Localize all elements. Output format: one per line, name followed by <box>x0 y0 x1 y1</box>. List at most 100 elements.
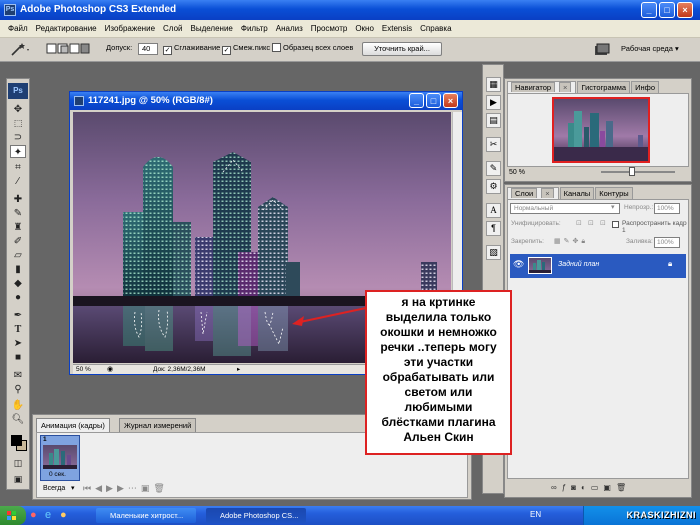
zoom-tool-icon[interactable]: 🔍︎ <box>10 413 26 426</box>
dodge-tool-icon[interactable]: ● <box>10 291 26 304</box>
doc-maximize-button[interactable]: □ <box>426 93 441 108</box>
selection-mode-icons[interactable] <box>46 43 90 56</box>
menu-help[interactable]: Справка <box>416 24 455 33</box>
fill-input[interactable]: 100% <box>654 237 680 248</box>
new-group-icon[interactable]: ▭ <box>591 483 604 492</box>
blend-mode-dropdown-icon[interactable]: ▾ <box>611 203 615 211</box>
navigator-zoom-handle[interactable] <box>629 167 635 176</box>
navigator-panel-icon[interactable]: ▦ <box>486 77 501 92</box>
path-selection-tool-icon[interactable]: ➤ <box>10 337 26 350</box>
magic-wand-tool-preset-icon[interactable] <box>8 42 30 58</box>
menu-window[interactable]: Окно <box>351 24 378 33</box>
doc-close-button[interactable]: × <box>443 93 458 108</box>
menu-select[interactable]: Выделение <box>186 24 236 33</box>
tab-measurement-log[interactable]: Журнал измерений <box>119 418 197 432</box>
tolerance-input[interactable]: 40 <box>138 43 158 55</box>
minimize-button[interactable]: _ <box>641 2 657 18</box>
navigator-zoom-value[interactable]: 50 % <box>509 169 525 176</box>
menu-layer[interactable]: Слой <box>159 24 186 33</box>
new-layer-icon[interactable]: ▣ <box>603 483 616 492</box>
tab-channels[interactable]: Каналы <box>559 187 595 199</box>
gradient-tool-icon[interactable]: ▮ <box>10 263 26 276</box>
healing-brush-tool-icon[interactable]: ✚ <box>10 193 26 206</box>
eraser-tool-icon[interactable]: ▱ <box>10 249 26 262</box>
workspace-icon[interactable] <box>594 43 612 57</box>
type-tool-icon[interactable]: T <box>10 323 26 336</box>
tab-histogram[interactable]: Гистограмма <box>577 81 631 93</box>
tween-icon[interactable]: ⋯ <box>128 483 141 493</box>
menu-view[interactable]: Просмотр <box>307 24 352 33</box>
loop-dropdown-icon[interactable]: ▾ <box>71 484 75 492</box>
ie-quicklaunch-icon[interactable]: e <box>45 509 51 521</box>
paragraph-panel-icon[interactable]: ¶ <box>486 221 501 236</box>
menu-filter[interactable]: Фильтр <box>237 24 272 33</box>
tools-presets-icon[interactable]: ✂ <box>486 137 501 152</box>
frame-thumbnail[interactable]: 1 0 сек. <box>40 435 80 481</box>
brushes-panel-icon[interactable]: ✎ <box>486 161 501 176</box>
workspace-label[interactable]: Рабочая среда <box>621 44 673 53</box>
document-title[interactable]: 117241.jpg @ 50% (RGB/8#) <box>70 92 462 110</box>
blur-tool-icon[interactable]: ◆ <box>10 277 26 290</box>
taskbar-item-photoshop[interactable]: Adobe Photoshop CS... <box>206 508 306 523</box>
workspace-dropdown-icon[interactable]: ▾ <box>675 44 679 53</box>
delete-layer-icon[interactable]: 🗑︎ <box>616 483 631 492</box>
character-panel-icon[interactable]: A <box>486 203 501 218</box>
menu-extensis[interactable]: Extensis <box>378 24 416 33</box>
clone-source-icon[interactable]: ⚙ <box>486 179 501 194</box>
pen-tool-icon[interactable]: ✒ <box>10 309 26 322</box>
link-layers-icon[interactable]: ∞ <box>551 483 562 492</box>
lock-pixels-icon[interactable]: ✎ <box>564 238 573 245</box>
move-tool-icon[interactable]: ✥ <box>10 103 26 116</box>
tab-info[interactable]: Инфо <box>631 81 659 93</box>
add-mask-icon[interactable]: ◙ <box>571 483 581 492</box>
navigator-view-box[interactable] <box>552 97 650 163</box>
brush-tool-icon[interactable]: ✎ <box>10 207 26 220</box>
menu-image[interactable]: Изображение <box>101 24 159 33</box>
foreground-color-swatch[interactable] <box>11 435 22 446</box>
crop-tool-icon[interactable]: ⌗ <box>10 161 26 174</box>
prev-frame-icon[interactable]: ◀ <box>95 483 106 493</box>
first-frame-icon[interactable]: ⏮ <box>83 483 95 493</box>
clone-stamp-tool-icon[interactable]: ♜ <box>10 221 26 234</box>
antialias-checkbox[interactable]: ✓ Сглаживание <box>163 43 220 55</box>
quick-mask-icon[interactable]: ◫ <box>10 457 26 470</box>
taskbar-item-browser[interactable]: Маленькие хитрост... <box>96 508 196 523</box>
opacity-input[interactable]: 100% <box>654 203 680 214</box>
menu-file[interactable]: Файл <box>4 24 32 33</box>
actions-panel-icon[interactable]: ▶ <box>486 95 501 110</box>
next-frame-icon[interactable]: ▶ <box>117 483 128 493</box>
layer-visibility-eye-icon[interactable]: 👁︎ <box>513 259 524 270</box>
layer-style-icon[interactable]: ƒ <box>562 483 571 492</box>
notes-tool-icon[interactable]: ✉ <box>10 369 26 382</box>
eyedropper-tool-icon[interactable]: ⚲ <box>10 383 26 396</box>
refine-edge-button[interactable]: Уточнить край... <box>362 42 442 56</box>
loop-select[interactable]: Всегда <box>43 485 65 492</box>
history-panel-icon[interactable]: ▤ <box>486 113 501 128</box>
tab-navigator[interactable]: Навигатор × <box>507 81 577 93</box>
marquee-tool-icon[interactable]: ⬚ <box>10 117 26 130</box>
opera-quicklaunch-icon[interactable]: ● <box>30 509 37 521</box>
play-icon[interactable]: ▶ <box>106 483 117 493</box>
firefox-quicklaunch-icon[interactable]: ● <box>60 509 67 521</box>
contiguous-checkbox[interactable]: ✓ Смеж.пикс <box>222 43 270 55</box>
tab-animation-frames[interactable]: Анимация (кадры) <box>36 418 110 432</box>
hand-tool-icon[interactable]: ✋ <box>10 399 26 412</box>
doc-zoom-readout[interactable]: 50 % <box>76 366 91 373</box>
lock-transparency-icon[interactable]: ▦ <box>554 238 564 245</box>
frame-delay[interactable]: 0 сек. <box>49 471 66 478</box>
start-button[interactable] <box>0 506 26 525</box>
layer-row-background[interactable]: 👁︎ Задний план 🔒︎ <box>510 254 686 278</box>
history-brush-tool-icon[interactable]: ✐ <box>10 235 26 248</box>
doc-minimize-button[interactable]: _ <box>409 93 424 108</box>
unify-position-icon[interactable]: ⊡ <box>576 219 582 227</box>
slice-tool-icon[interactable]: ∕ <box>10 175 26 188</box>
propagate-frame-checkbox[interactable] <box>612 219 621 228</box>
menu-edit[interactable]: Редактирование <box>32 24 101 33</box>
duplicate-frame-icon[interactable]: ▣ <box>141 483 154 493</box>
status-menu-arrow-icon[interactable]: ▸ <box>237 365 240 373</box>
lock-all-icon[interactable]: 🔒︎ <box>581 238 588 245</box>
blend-mode-select[interactable]: Нормальный <box>510 203 620 214</box>
status-info-icon[interactable]: ◉ <box>107 365 113 373</box>
maximize-button[interactable]: □ <box>659 2 675 18</box>
layer-comps-icon[interactable]: ▧ <box>486 245 501 260</box>
